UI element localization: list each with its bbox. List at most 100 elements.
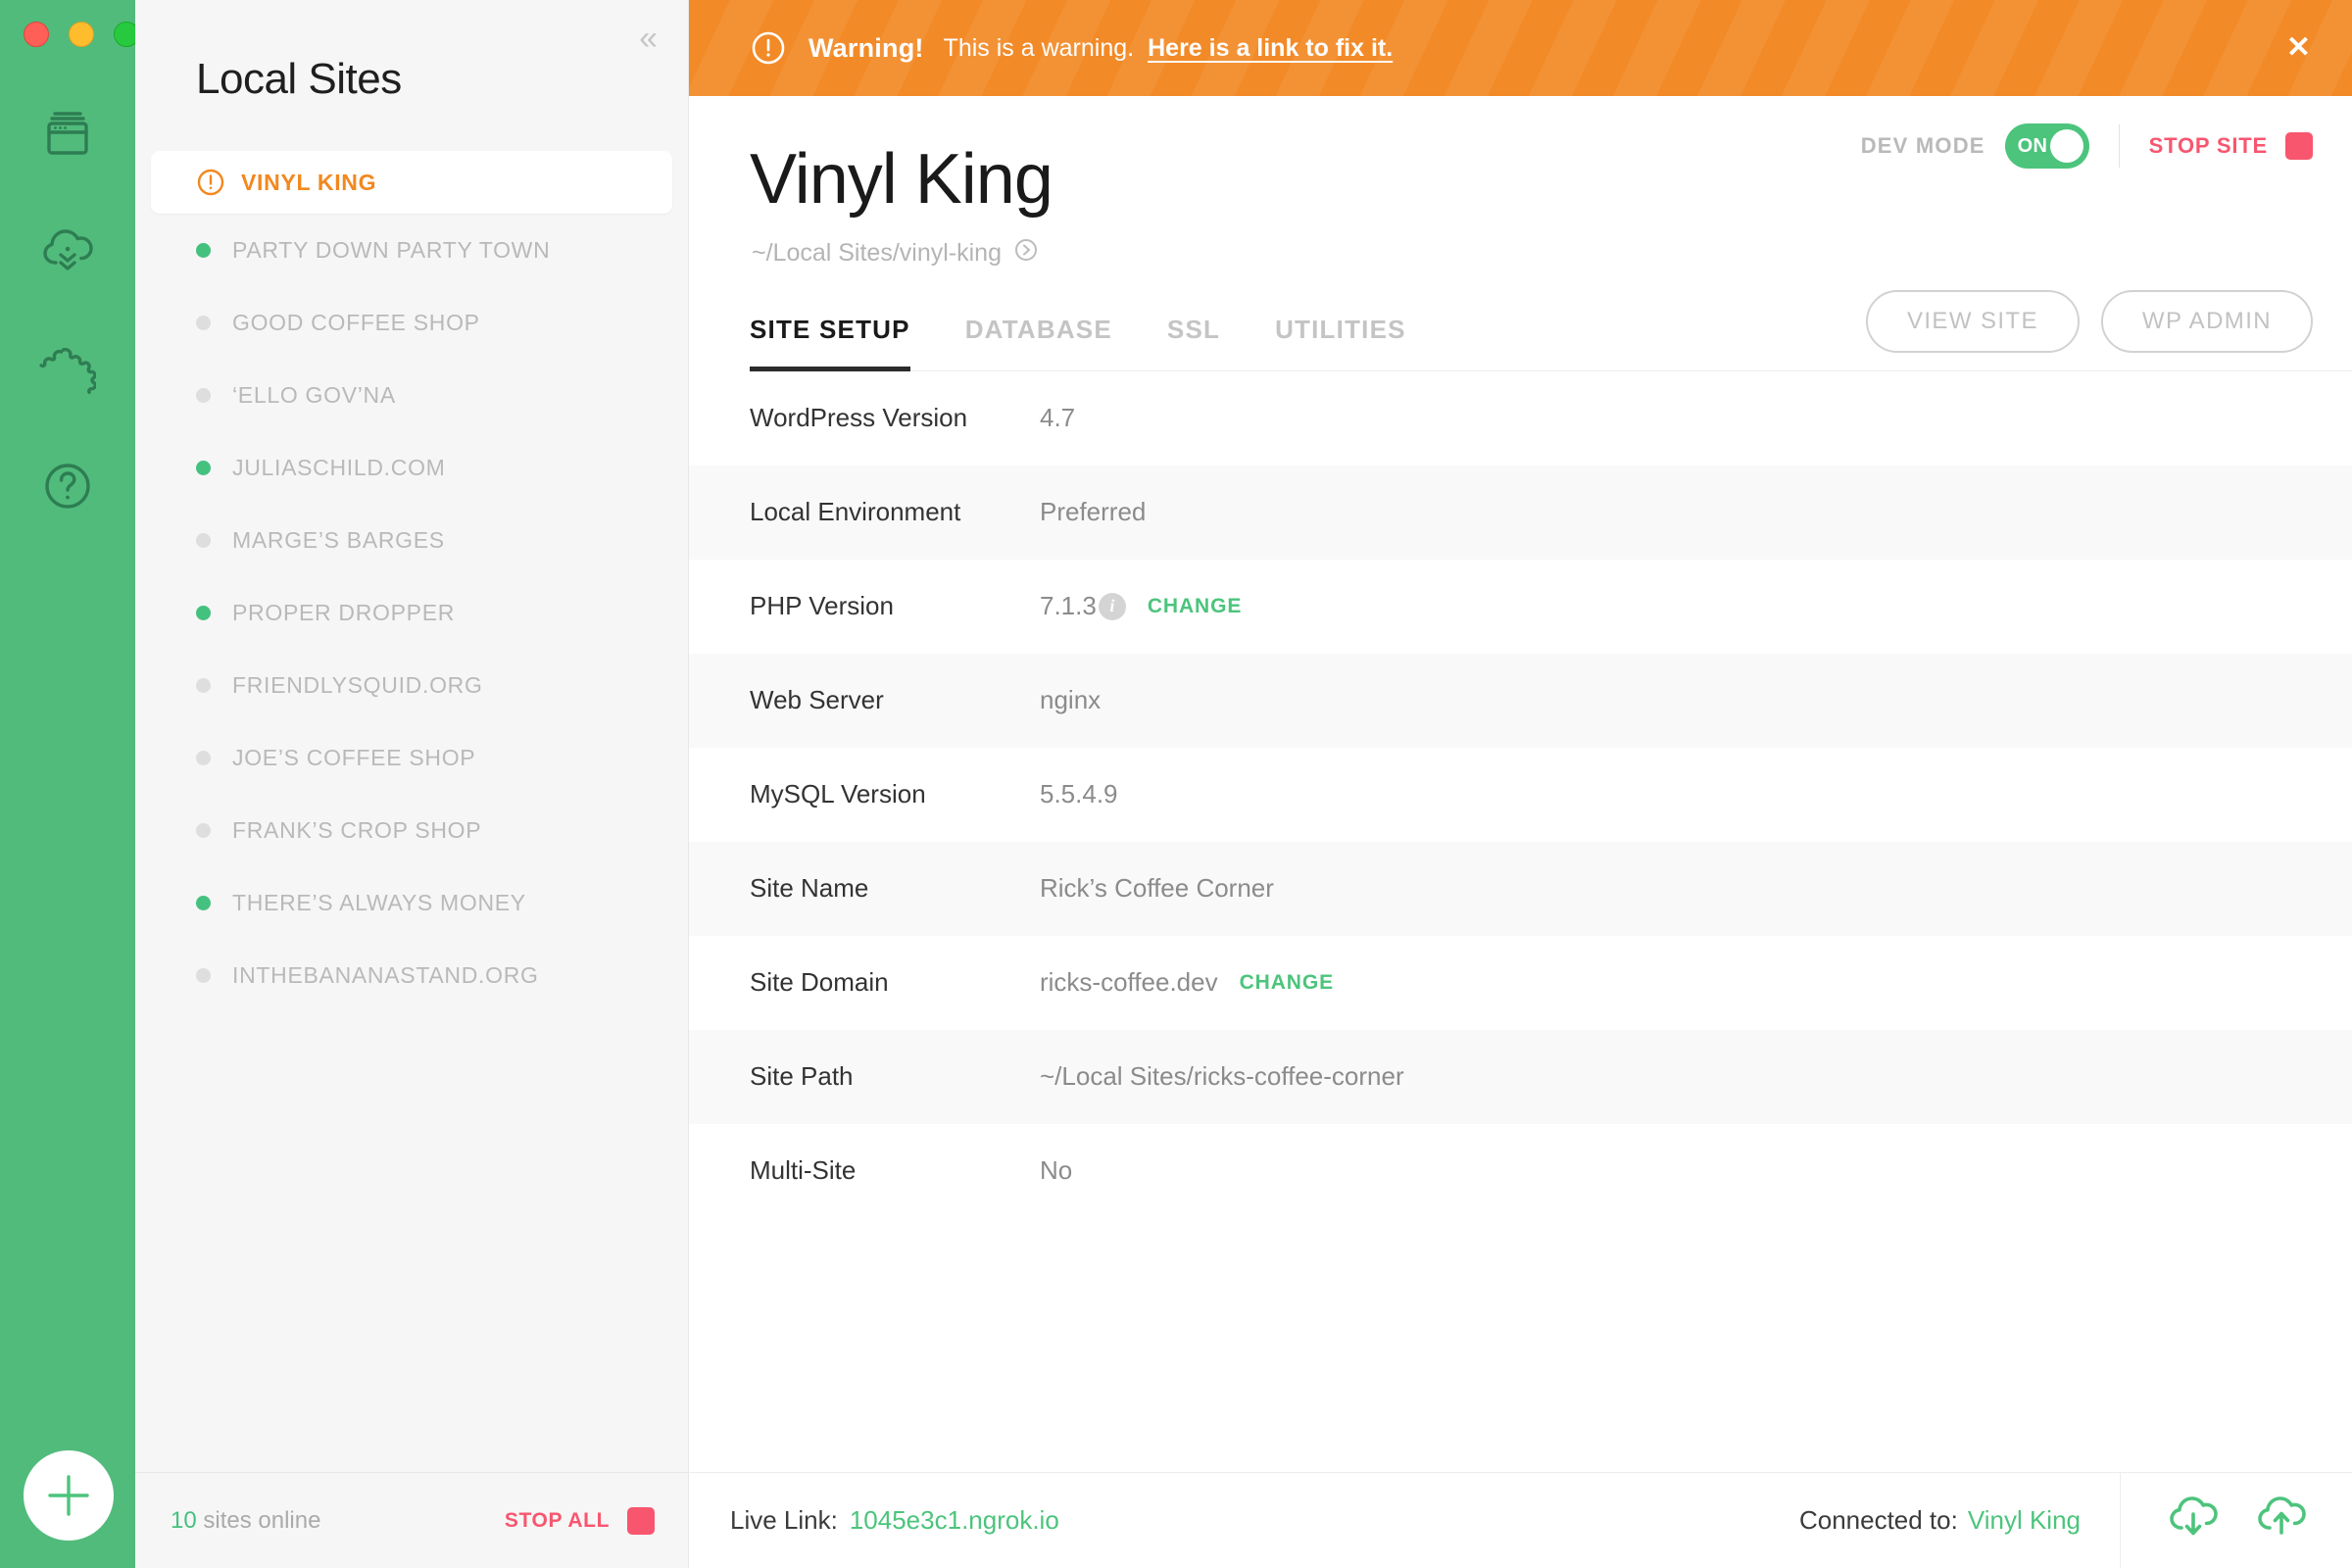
- site-list-item-label: PARTY DOWN PARTY TOWN: [232, 236, 551, 263]
- cloud-actions: [2120, 1472, 2352, 1568]
- sites-icon[interactable]: [32, 98, 103, 169]
- site-list-item-label: PROPER DROPPER: [232, 599, 456, 625]
- toggle-knob: [2049, 129, 2083, 163]
- site-list-item-label: JULIASCHILD.COM: [232, 454, 446, 480]
- site-list-item-label: FRIENDLYSQUID.ORG: [232, 671, 483, 698]
- row-value: nginx: [1040, 685, 1101, 715]
- puzzle-icon[interactable]: [32, 333, 103, 404]
- dev-mode-state: ON: [2017, 134, 2048, 157]
- site-list-item[interactable]: INTHEBANANASTAND.ORG: [135, 939, 688, 1011]
- site-list-item[interactable]: FRANK’S CROP SHOP: [135, 794, 688, 866]
- close-icon[interactable]: ✕: [2286, 33, 2311, 63]
- status-dot: [196, 532, 211, 548]
- nav-rail: [0, 0, 139, 1568]
- row-label: Site Path: [750, 1061, 854, 1092]
- cloud-download-icon[interactable]: [32, 216, 103, 286]
- site-list-item-label: MARGE’S BARGES: [232, 526, 445, 553]
- site-list-item[interactable]: VINYL KING: [151, 151, 672, 214]
- sites-online-number: 10: [171, 1506, 197, 1534]
- site-list-item-label: GOOD COFFEE SHOP: [232, 309, 480, 335]
- row-value-text: ~/Local Sites/ricks-coffee-corner: [1040, 1061, 1404, 1092]
- site-list-item[interactable]: JOE’S COFFEE SHOP: [135, 721, 688, 794]
- site-list-item[interactable]: MARGE’S BARGES: [135, 504, 688, 576]
- table-row: Site Name Rick’s Coffee Corner: [689, 841, 2352, 936]
- row-value: Rick’s Coffee Corner: [1040, 873, 1274, 904]
- dev-mode-toggle[interactable]: ON: [2004, 123, 2089, 169]
- dev-mode-label: DEV MODE: [1860, 133, 1985, 158]
- cloud-upload-icon[interactable]: [2254, 1493, 2309, 1548]
- row-value: ricks-coffee.dev CHANGE: [1040, 967, 1334, 998]
- window-minimize-button[interactable]: [69, 22, 94, 47]
- view-site-button[interactable]: VIEW SITE: [1865, 289, 2080, 353]
- site-list-item[interactable]: PARTY DOWN PARTY TOWN: [135, 214, 688, 286]
- site-header-controls: DEV MODE ON STOP SITE: [1861, 123, 2313, 169]
- stop-site-label[interactable]: STOP SITE: [2149, 133, 2268, 159]
- site-list-item[interactable]: GOOD COFFEE SHOP: [135, 286, 688, 359]
- table-row: Site Path ~/Local Sites/ricks-coffee-corn…: [689, 1029, 2352, 1124]
- row-value: 4.7: [1040, 403, 1075, 433]
- row-value-text: Preferred: [1040, 497, 1147, 527]
- wp-admin-button[interactable]: WP ADMIN: [2100, 289, 2313, 353]
- tab-ssl[interactable]: SSL: [1167, 315, 1220, 370]
- connected-label: Connected to:: [1798, 1505, 1958, 1535]
- chevron-double-left-icon[interactable]: «: [639, 22, 658, 55]
- row-label: Web Server: [750, 685, 884, 715]
- nav-rail-icons: [32, 98, 103, 521]
- table-row: Web Server nginx: [689, 653, 2352, 748]
- stop-all-label: STOP ALL: [504, 1508, 610, 1532]
- app-window: « Local Sites VINYL KING PARTY DOWN PARTY…: [0, 0, 2352, 1568]
- tab-site-setup[interactable]: SITE SETUP: [750, 315, 910, 371]
- site-list-item-label: ‘ELLO GOV’NA: [232, 381, 396, 408]
- table-row: Multi-Site No: [689, 1124, 2352, 1218]
- row-label: Site Name: [750, 873, 869, 904]
- row-value: ~/Local Sites/ricks-coffee-corner: [1040, 1061, 1404, 1092]
- row-label: WordPress Version: [750, 403, 968, 433]
- table-row: Local Environment Preferred: [689, 465, 2352, 560]
- connected-to: Connected to: Vinyl King: [1799, 1505, 2081, 1536]
- row-value: 5.5.4.9: [1040, 779, 1118, 809]
- row-label: Local Environment: [750, 497, 961, 527]
- connected-value[interactable]: Vinyl King: [1968, 1505, 2081, 1536]
- sites-sidebar: « Local Sites VINYL KING PARTY DOWN PARTY…: [135, 0, 689, 1568]
- info-icon[interactable]: i: [1098, 592, 1126, 620]
- site-path-row[interactable]: ~/Local Sites/vinyl-king: [752, 237, 2352, 270]
- status-dot: [196, 315, 211, 330]
- tab-bar: VIEW SITE WP ADMIN SITE SETUP DATABASE SSL…: [750, 289, 2352, 371]
- sidebar-header: « Local Sites: [135, 0, 688, 147]
- stop-all-button[interactable]: STOP ALL: [504, 1506, 655, 1535]
- status-dot: [196, 605, 211, 620]
- window-close-button[interactable]: [24, 22, 49, 47]
- site-list-item[interactable]: JULIASCHILD.COM: [135, 431, 688, 504]
- sites-online-suffix: sites online: [196, 1506, 321, 1534]
- row-value-text: ricks-coffee.dev: [1040, 967, 1218, 998]
- tab-utilities[interactable]: UTILITIES: [1275, 315, 1406, 370]
- cloud-download-icon[interactable]: [2166, 1493, 2221, 1548]
- stop-square-icon[interactable]: [2285, 132, 2313, 160]
- live-link-value[interactable]: 1045e3c1.ngrok.io: [850, 1505, 1059, 1536]
- site-list-item[interactable]: FRIENDLYSQUID.ORG: [135, 649, 688, 721]
- stop-square-icon: [627, 1506, 655, 1535]
- open-folder-arrow-icon[interactable]: [1013, 237, 1039, 270]
- site-list-item[interactable]: THERE’S ALWAYS MONEY: [135, 866, 688, 939]
- tab-database[interactable]: DATABASE: [965, 315, 1112, 370]
- change-link[interactable]: CHANGE: [1240, 971, 1334, 995]
- status-dot: [196, 242, 211, 258]
- status-dot: [196, 460, 211, 475]
- row-value: No: [1040, 1155, 1072, 1186]
- warning-fix-link[interactable]: Here is a link to fix it.: [1148, 34, 1393, 63]
- site-list-item-label: FRANK’S CROP SHOP: [232, 816, 482, 843]
- status-dot: [196, 677, 211, 693]
- change-link[interactable]: CHANGE: [1148, 595, 1242, 618]
- site-list-item[interactable]: PROPER DROPPER: [135, 576, 688, 649]
- row-label: Multi-Site: [750, 1155, 857, 1186]
- status-dot: [196, 750, 211, 765]
- row-value-text: 5.5.4.9: [1040, 779, 1118, 809]
- row-value-text: 7.1.3: [1040, 591, 1097, 621]
- site-list-item-label: JOE’S COFFEE SHOP: [232, 744, 476, 770]
- row-value: 7.1.3 i CHANGE: [1040, 591, 1242, 621]
- site-list-item[interactable]: ‘ELLO GOV’NA: [135, 359, 688, 431]
- help-icon[interactable]: [32, 451, 103, 521]
- add-site-button[interactable]: [24, 1450, 114, 1541]
- site-list: VINYL KING PARTY DOWN PARTY TOWN GOOD COFF…: [135, 147, 688, 1472]
- site-list-item-label: INTHEBANANASTAND.ORG: [232, 961, 539, 988]
